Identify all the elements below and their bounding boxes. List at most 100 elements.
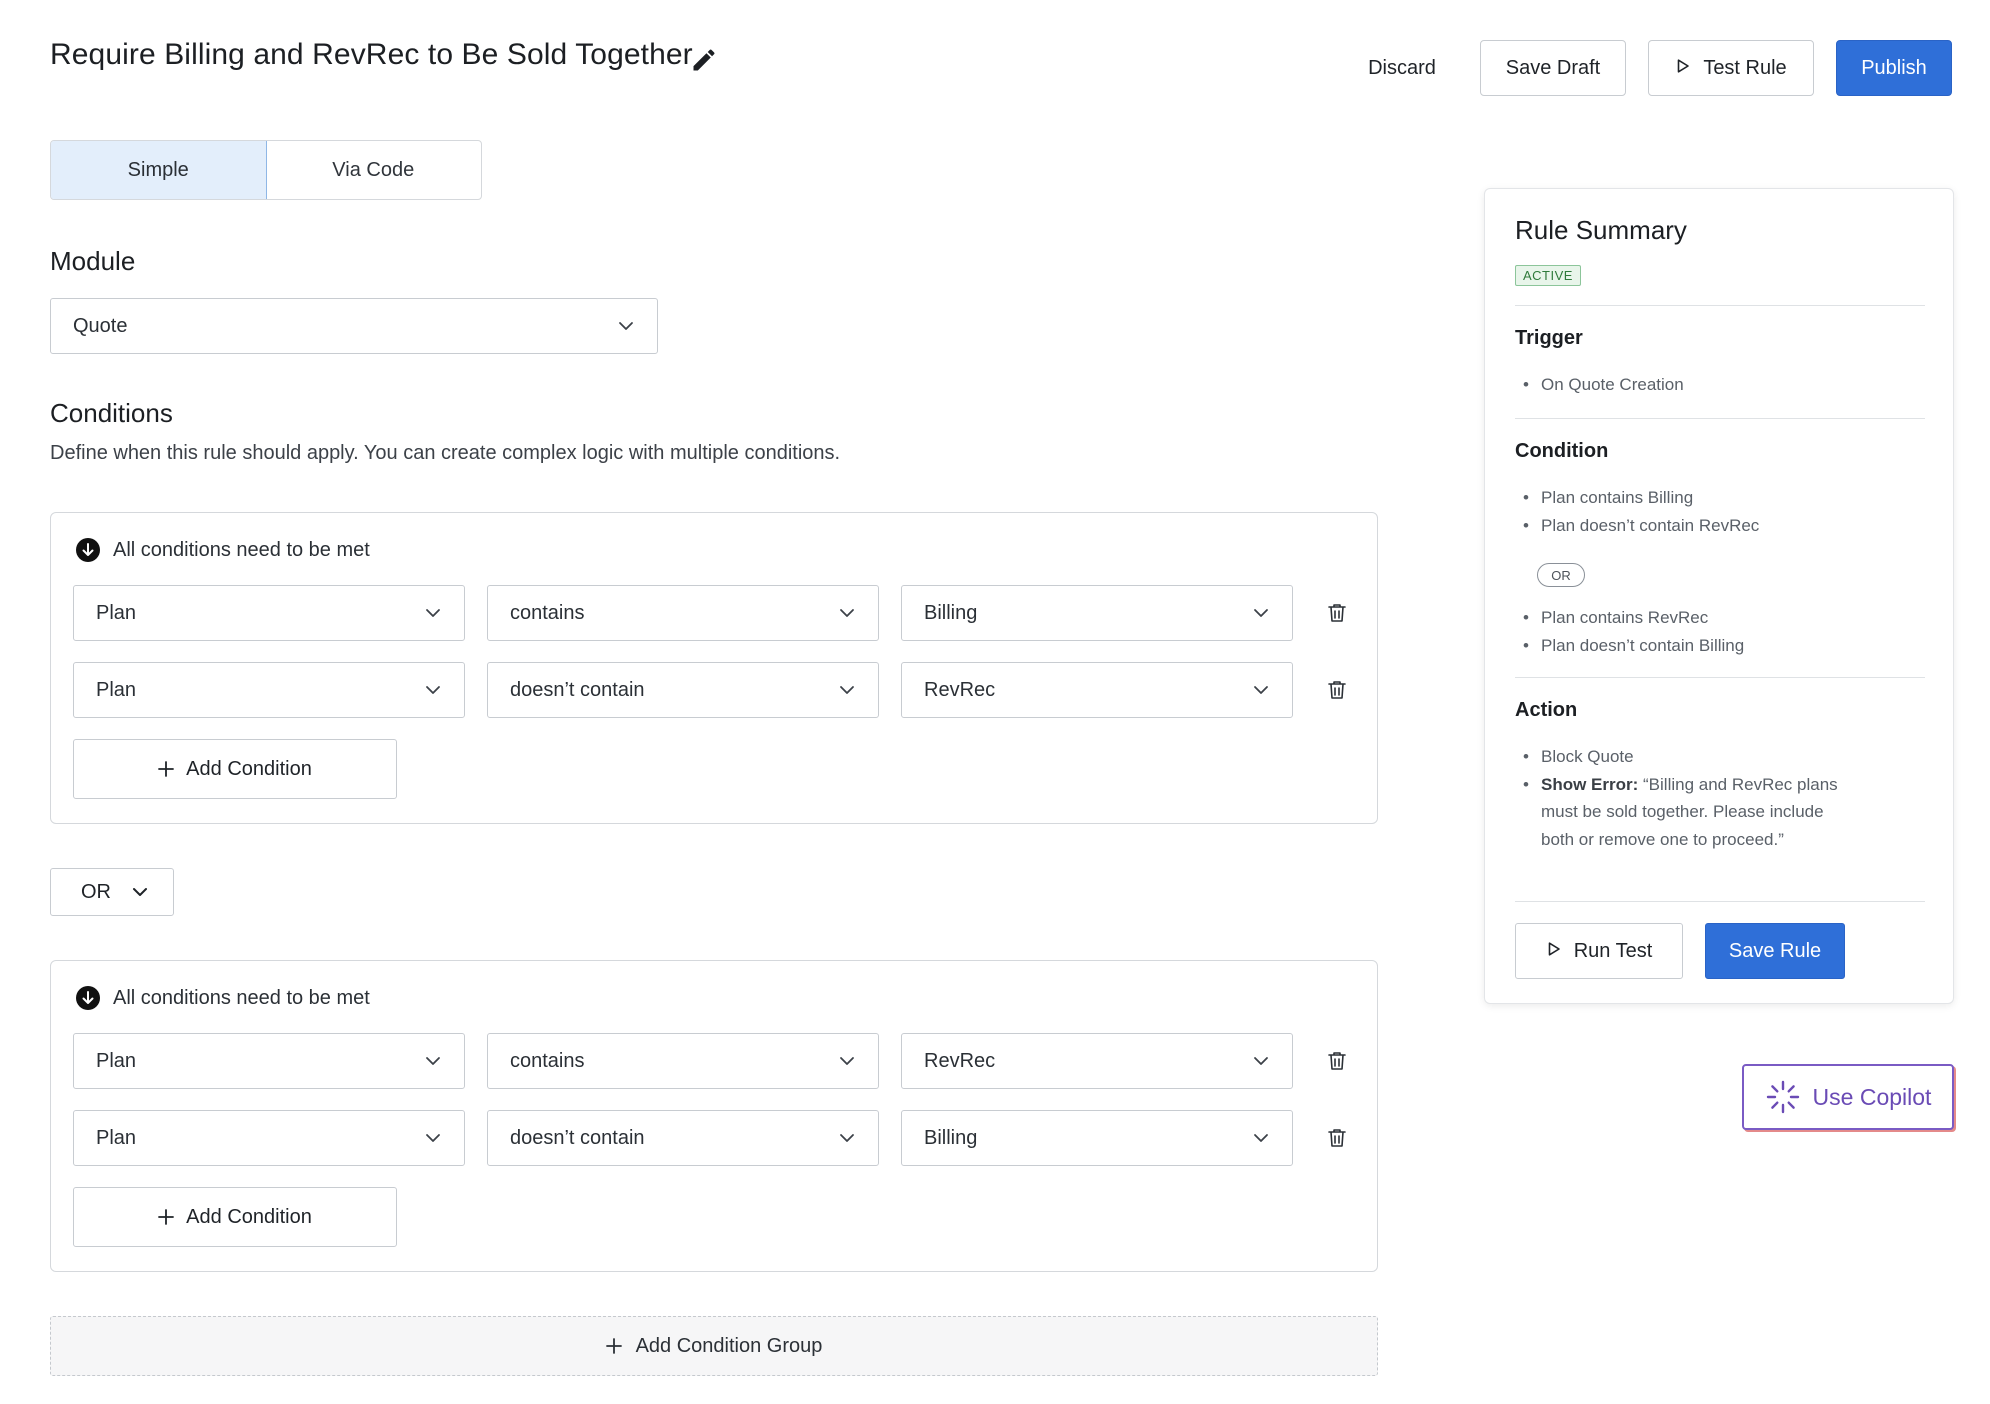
summary-title: Rule Summary (1515, 215, 1687, 245)
trigger-heading: Trigger (1515, 327, 1583, 349)
trash-icon[interactable] (1325, 1049, 1349, 1073)
condition-list: Plan contains Billing Plan doesn’t conta… (1515, 484, 1915, 539)
module-select[interactable]: Quote (50, 298, 658, 354)
condition-row: Plan doesn’t contain Billing (73, 1110, 1363, 1166)
chevron-down-icon (1254, 686, 1268, 694)
chevron-down-icon (1254, 609, 1268, 617)
rule-summary-panel: Rule Summary ACTIVE Trigger On Quote Cre… (1484, 188, 1954, 1004)
save-draft-button[interactable]: Save Draft (1480, 40, 1626, 96)
list-item: Show Error: “Billing and RevRec plans mu… (1515, 771, 1845, 854)
condition-row: Plan contains RevRec (73, 1033, 1363, 1089)
add-condition-label: Add Condition (186, 1205, 312, 1228)
plus-icon (158, 761, 175, 777)
discard-button[interactable]: Discard (1346, 40, 1458, 96)
module-select-value: Quote (73, 314, 128, 337)
page-title: Require Billing and RevRec to Be Sold To… (50, 38, 693, 71)
conditions-title: Conditions (50, 398, 173, 428)
group-header-label: All conditions need to be met (113, 986, 370, 1009)
value-select-value: RevRec (924, 678, 996, 701)
list-item: On Quote Creation (1515, 371, 1915, 399)
field-select-value: Plan (96, 1049, 137, 1072)
chevron-down-icon (426, 609, 440, 617)
value-select[interactable]: Billing (901, 1110, 1293, 1166)
field-select[interactable]: Plan (73, 662, 465, 718)
list-item: Plan contains Billing (1515, 484, 1915, 512)
field-select-value: Plan (96, 678, 137, 701)
value-select[interactable]: RevRec (901, 1033, 1293, 1089)
arrow-down-circle-icon (76, 986, 100, 1010)
module-title: Module (50, 246, 136, 276)
condition-group: All conditions need to be met Plan conta… (50, 512, 1378, 824)
operator-select-value: doesn’t contain (510, 678, 645, 701)
add-condition-button[interactable]: Add Condition (73, 739, 397, 799)
chevron-down-icon (619, 322, 633, 330)
operator-select[interactable]: doesn’t contain (487, 1110, 879, 1166)
field-select-value: Plan (96, 1126, 137, 1149)
sparkle-loader-icon (1766, 1080, 1799, 1114)
group-join-select[interactable]: OR (50, 868, 174, 916)
show-error-label: Show Error: (1541, 774, 1639, 794)
group-header[interactable]: All conditions need to be met (75, 537, 370, 563)
trash-icon[interactable] (1325, 678, 1349, 702)
chevron-down-icon (426, 686, 440, 694)
field-select-value: Plan (96, 601, 137, 624)
tab-simple[interactable]: Simple (51, 141, 267, 199)
field-select[interactable]: Plan (73, 585, 465, 641)
test-rule-label: Test Rule (1703, 56, 1787, 79)
or-pill: OR (1537, 563, 1585, 587)
plus-icon (605, 1338, 622, 1354)
value-select-value: Billing (924, 601, 978, 624)
divider (1515, 901, 1925, 902)
trash-icon[interactable] (1325, 1126, 1349, 1150)
play-icon (1675, 57, 1691, 80)
conditions-description: Define when this rule should apply. You … (50, 442, 841, 464)
value-select-value: RevRec (924, 1049, 996, 1072)
run-test-label: Run Test (1573, 939, 1653, 962)
chevron-down-icon (840, 1134, 854, 1142)
list-item: Plan doesn’t contain Billing (1515, 632, 1915, 660)
operator-select[interactable]: contains (487, 1033, 879, 1089)
divider (1515, 677, 1925, 678)
group-header[interactable]: All conditions need to be met (75, 985, 370, 1011)
test-rule-button[interactable]: Test Rule (1648, 40, 1814, 96)
trigger-list: On Quote Creation (1515, 371, 1915, 399)
value-select-value: Billing (924, 1126, 978, 1149)
chevron-down-icon (133, 888, 147, 896)
field-select[interactable]: Plan (73, 1110, 465, 1166)
group-join-value: OR (81, 880, 111, 903)
operator-select-value: contains (510, 1049, 585, 1072)
chevron-down-icon (426, 1057, 440, 1065)
save-rule-button[interactable]: Save Rule (1705, 923, 1845, 979)
chevron-down-icon (840, 1057, 854, 1065)
condition-list: Plan contains RevRec Plan doesn’t contai… (1515, 604, 1915, 659)
mode-tabs: Simple Via Code (50, 140, 482, 200)
pencil-icon[interactable] (690, 46, 718, 74)
status-badge: ACTIVE (1515, 265, 1581, 286)
divider (1515, 305, 1925, 306)
chevron-down-icon (1254, 1057, 1268, 1065)
trash-icon[interactable] (1325, 601, 1349, 625)
use-copilot-label: Use Copilot (1812, 1083, 1932, 1110)
add-condition-group-button[interactable]: Add Condition Group (50, 1316, 1378, 1376)
chevron-down-icon (1254, 1134, 1268, 1142)
plus-icon (158, 1209, 175, 1225)
add-condition-label: Add Condition (186, 757, 312, 780)
run-test-button[interactable]: Run Test (1515, 923, 1683, 979)
publish-button[interactable]: Publish (1836, 40, 1952, 96)
condition-row: Plan doesn’t contain RevRec (73, 662, 1363, 718)
operator-select[interactable]: doesn’t contain (487, 662, 879, 718)
add-condition-button[interactable]: Add Condition (73, 1187, 397, 1247)
field-select[interactable]: Plan (73, 1033, 465, 1089)
value-select[interactable]: RevRec (901, 662, 1293, 718)
list-item: Plan doesn’t contain RevRec (1515, 512, 1915, 540)
use-copilot-button[interactable]: Use Copilot (1742, 1064, 1954, 1130)
condition-heading: Condition (1515, 440, 1609, 462)
tab-via-code[interactable]: Via Code (266, 141, 482, 199)
value-select[interactable]: Billing (901, 585, 1293, 641)
operator-select[interactable]: contains (487, 585, 879, 641)
condition-group: All conditions need to be met Plan conta… (50, 960, 1378, 1272)
chevron-down-icon (840, 609, 854, 617)
divider (1515, 418, 1925, 419)
operator-select-value: doesn’t contain (510, 1126, 645, 1149)
list-item: Plan contains RevRec (1515, 604, 1915, 632)
